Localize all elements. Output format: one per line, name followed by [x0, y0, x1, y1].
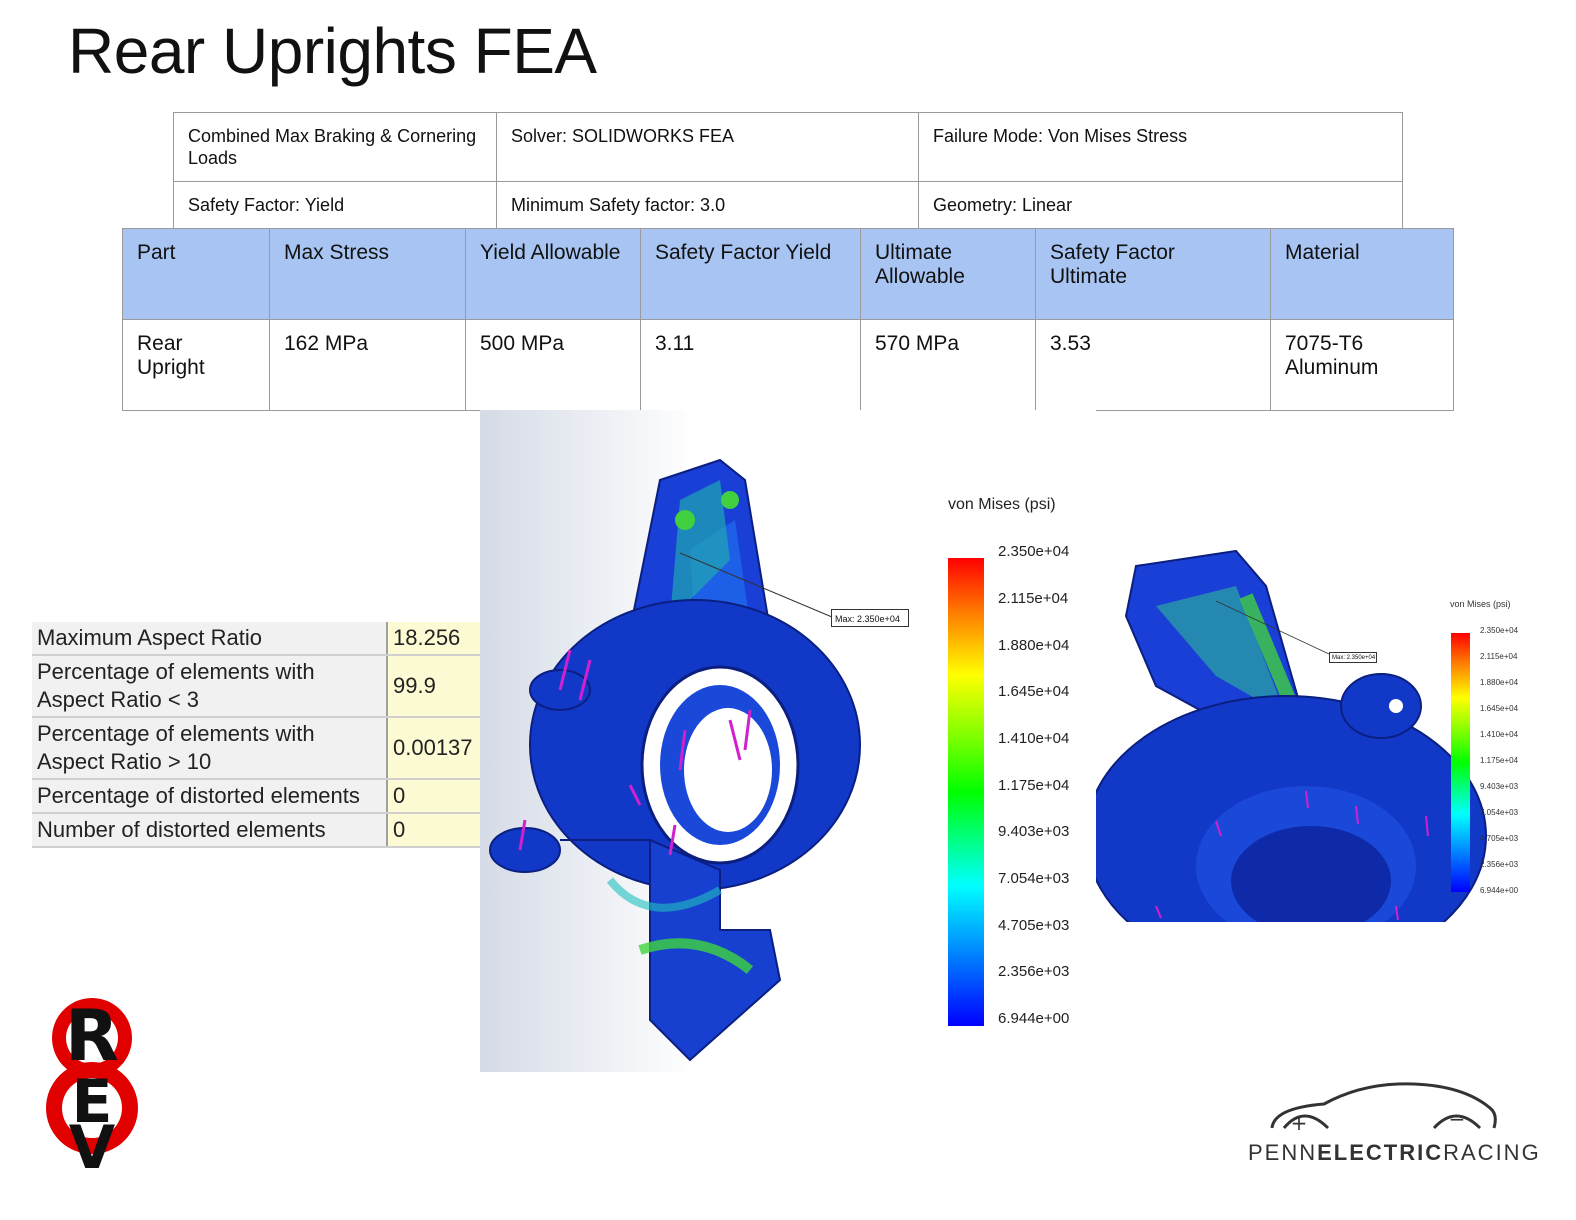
rev-logo: R E V: [46, 995, 138, 1170]
table-row: Rear Upright 162 MPa 500 MPa 3.11 570 MP…: [122, 319, 1454, 411]
header-max-stress: Max Stress: [269, 228, 466, 320]
legend-tick: 9.403e+03: [998, 823, 1070, 840]
mesh-value: 99.9: [387, 655, 480, 718]
legend-tick: 1.410e+04: [998, 730, 1070, 747]
legend-color-bar-small: [1451, 633, 1470, 892]
cell-part: Rear Upright: [122, 319, 270, 411]
mesh-quality-table: Maximum Aspect Ratio 18.256 Percentage o…: [32, 622, 480, 848]
geometry-cell: Geometry: Linear: [918, 181, 1403, 229]
team-bold: ELECTRIC: [1317, 1140, 1444, 1165]
header-safety-factor-ultimate: Safety Factor Ultimate: [1035, 228, 1271, 320]
cell-yield-allowable: 500 MPa: [465, 319, 641, 411]
mesh-label: Number of distorted elements: [32, 813, 388, 848]
results-table: Part Max Stress Yield Allowable Safety F…: [122, 228, 1454, 411]
solver-cell: Solver: SOLIDWORKS FEA: [496, 112, 919, 182]
legend-tick-small: 4.705e+03: [1480, 834, 1519, 843]
min-safety-factor-cell: Minimum Safety factor: 3.0: [496, 181, 919, 229]
cell-safety-factor-yield: 3.11: [640, 319, 861, 411]
cell-max-stress: 162 MPa: [269, 319, 466, 411]
legend-tick: 6.944e+00: [998, 1010, 1070, 1027]
svg-text:V: V: [69, 1113, 116, 1170]
cell-material: 7075-T6 Aluminum: [1270, 319, 1454, 411]
header-safety-factor-yield: Safety Factor Yield: [640, 228, 861, 320]
results-header-row: Part Max Stress Yield Allowable Safety F…: [122, 228, 1454, 320]
header-material: Material: [1270, 228, 1454, 320]
mesh-label: Percentage of elements with Aspect Ratio…: [32, 655, 388, 718]
legend-tick: 7.054e+03: [998, 870, 1070, 887]
max-stress-tag-small: Max: 2.350e+04: [1329, 652, 1377, 663]
legend-tick: 2.115e+04: [998, 590, 1069, 607]
header-yield-allowable: Yield Allowable: [465, 228, 641, 320]
legend-tick-small: 2.115e+04: [1480, 652, 1518, 661]
table-row: Percentage of elements with Aspect Ratio…: [32, 717, 480, 780]
failure-mode-cell: Failure Mode: Von Mises Stress: [918, 112, 1403, 182]
mesh-value: 18.256: [387, 622, 480, 656]
header-part: Part: [122, 228, 270, 320]
legend-tick-small: 6.944e+00: [1480, 886, 1519, 895]
legend-tick-small: 1.645e+04: [1480, 704, 1519, 713]
legend-tick: 1.880e+04: [998, 637, 1070, 654]
svg-text:−: −: [1449, 1107, 1466, 1131]
cell-ultimate-allowable: 570 MPa: [860, 319, 1036, 411]
mesh-label: Percentage of elements with Aspect Ratio…: [32, 717, 388, 780]
legend-title-small: von Mises (psi): [1450, 599, 1511, 609]
mesh-value: 0: [387, 813, 480, 848]
header-ultimate-allowable: Ultimate Allowable: [860, 228, 1036, 320]
cell-safety-factor-ultimate: 3.53: [1035, 319, 1271, 411]
legend-tick: 2.356e+03: [998, 963, 1070, 980]
load-case-cell: Combined Max Braking & Cornering Loads: [173, 112, 497, 182]
mesh-label: Percentage of distorted elements: [32, 779, 388, 814]
team-prefix: PENN: [1248, 1140, 1318, 1165]
legend-tick-small: 2.350e+04: [1480, 626, 1519, 635]
table-row: Percentage of distorted elements 0: [32, 779, 480, 814]
legend-tick-small: 7.054e+03: [1480, 808, 1519, 817]
max-stress-tag: Max: 2.350e+04: [831, 609, 909, 627]
safety-factor-cell: Safety Factor: Yield: [173, 181, 497, 229]
page-title: Rear Uprights FEA: [68, 15, 597, 87]
table-row: Maximum Aspect Ratio 18.256: [32, 622, 480, 656]
svg-text:+: +: [1291, 1111, 1308, 1135]
table-row: Number of distorted elements 0: [32, 813, 480, 848]
mesh-label: Maximum Aspect Ratio: [32, 622, 388, 656]
legend-tick: 1.645e+04: [998, 683, 1070, 700]
legend-title: von Mises (psi): [948, 496, 1056, 513]
legend-tick-small: 1.880e+04: [1480, 678, 1519, 687]
legend-tick: 2.350e+04: [998, 543, 1070, 560]
svg-text:R: R: [65, 995, 119, 1077]
team-wordmark: PENNELECTRICRACING: [1248, 1140, 1541, 1166]
analysis-conditions-table: Combined Max Braking & Cornering Loads S…: [173, 112, 1403, 229]
max-value: 2.350e+04: [857, 614, 900, 624]
legend-tick: 4.705e+03: [998, 917, 1070, 934]
table-row: Percentage of elements with Aspect Ratio…: [32, 655, 480, 718]
mesh-value: 0: [387, 779, 480, 814]
legend-tick-small: 2.356e+03: [1480, 860, 1519, 869]
legend-tick-small: 1.410e+04: [1480, 730, 1519, 739]
legend-color-bar: [948, 558, 984, 1026]
legend-tick-small: 9.403e+03: [1480, 782, 1519, 791]
mesh-value: 0.00137: [387, 717, 480, 780]
legend-tick-small: 1.175e+04: [1480, 756, 1519, 765]
team-suffix: RACING: [1443, 1140, 1541, 1165]
max-label: Max:: [835, 614, 855, 624]
legend-tick: 1.175e+04: [998, 777, 1070, 794]
